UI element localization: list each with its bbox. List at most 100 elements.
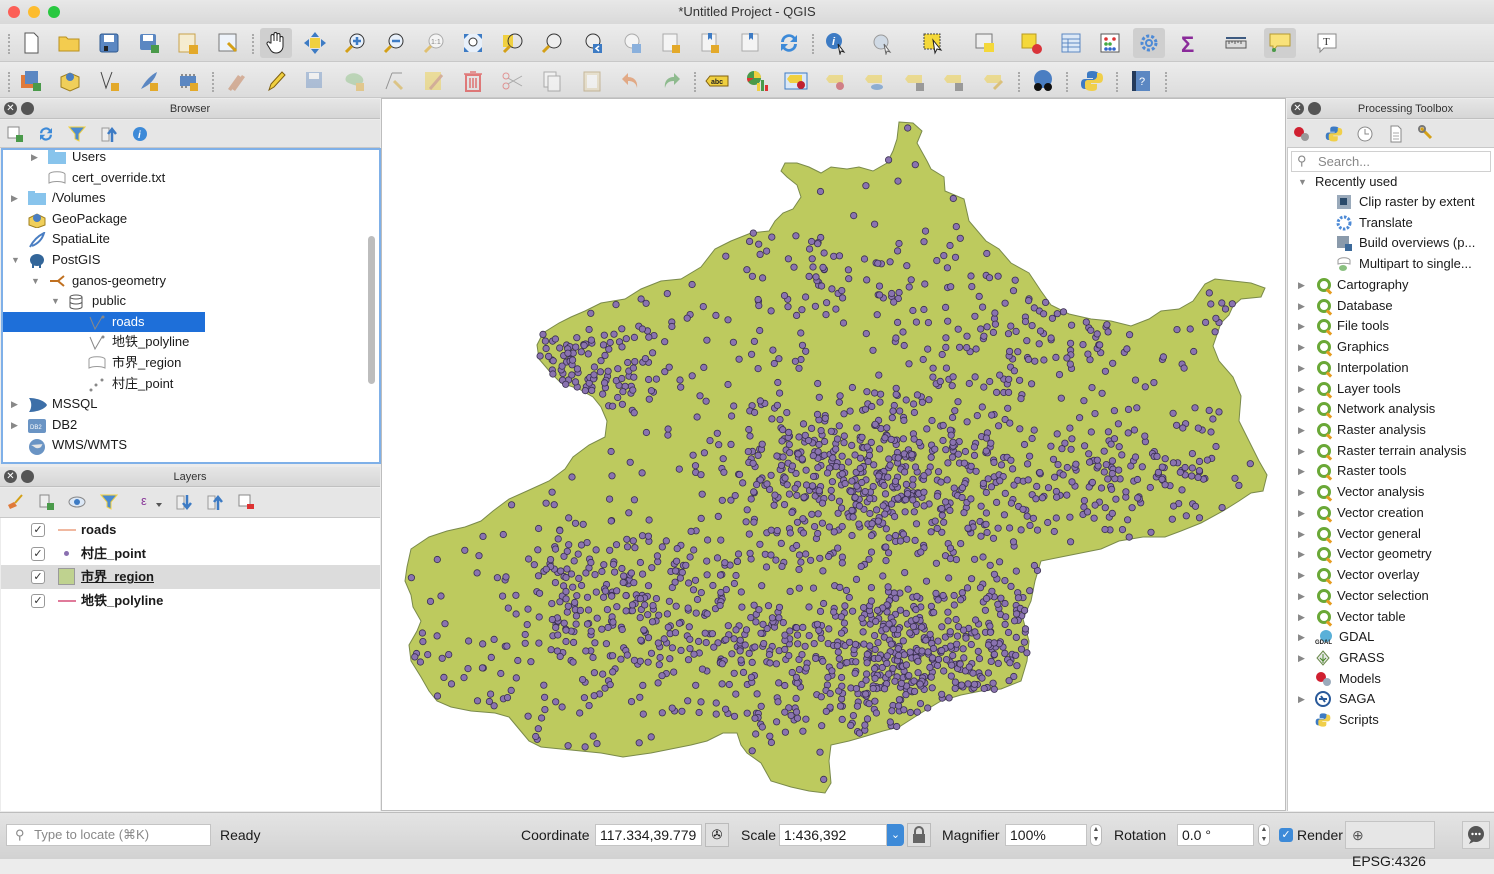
zoom-native-button[interactable]: 1:1 — [418, 28, 450, 58]
chevron-right-icon[interactable]: ▶ — [1298, 358, 1310, 378]
algorithm-group[interactable]: ▶ Layer tools — [1288, 379, 1494, 399]
chevron-right-icon[interactable]: ▶ — [1298, 337, 1310, 357]
village-point[interactable] — [696, 392, 704, 400]
village-point[interactable] — [564, 349, 572, 357]
village-point[interactable] — [619, 578, 627, 587]
village-point[interactable] — [1044, 518, 1052, 527]
village-point[interactable] — [960, 509, 968, 517]
village-point[interactable] — [901, 508, 909, 516]
village-point[interactable] — [1107, 485, 1116, 493]
village-point[interactable] — [886, 718, 894, 726]
village-point[interactable] — [800, 493, 808, 501]
village-point[interactable] — [912, 605, 920, 614]
village-point[interactable] — [549, 357, 557, 365]
village-point[interactable] — [765, 650, 773, 659]
village-point[interactable] — [739, 668, 748, 677]
delete-selected-button[interactable] — [457, 66, 489, 96]
village-point[interactable] — [1235, 481, 1243, 489]
village-point[interactable] — [900, 341, 908, 350]
village-point[interactable] — [692, 681, 700, 689]
village-point[interactable] — [1024, 297, 1033, 305]
village-point[interactable] — [599, 390, 607, 398]
village-point[interactable] — [866, 509, 874, 518]
village-point[interactable] — [582, 569, 590, 577]
village-point[interactable] — [716, 601, 724, 610]
village-point[interactable] — [512, 674, 520, 682]
village-point[interactable] — [982, 520, 990, 528]
village-point[interactable] — [858, 614, 866, 622]
village-point[interactable] — [875, 445, 884, 453]
village-point[interactable] — [792, 673, 800, 681]
village-point[interactable] — [755, 240, 763, 248]
village-point[interactable] — [732, 690, 740, 698]
village-point[interactable] — [992, 498, 1001, 506]
village-point[interactable] — [580, 694, 588, 702]
village-point[interactable] — [618, 343, 626, 351]
village-point[interactable] — [1087, 326, 1095, 334]
village-point[interactable] — [852, 658, 860, 666]
village-point[interactable] — [1038, 494, 1047, 502]
village-point[interactable] — [948, 413, 957, 422]
village-point[interactable] — [979, 553, 987, 561]
village-point[interactable] — [909, 475, 917, 483]
village-point[interactable] — [849, 513, 857, 521]
village-point[interactable] — [947, 642, 955, 650]
village-point[interactable] — [778, 562, 786, 570]
village-point[interactable] — [512, 591, 520, 599]
village-point[interactable] — [945, 574, 953, 582]
village-point[interactable] — [534, 572, 543, 580]
village-point[interactable] — [978, 674, 986, 682]
village-point[interactable] — [752, 730, 760, 738]
village-point[interactable] — [893, 247, 902, 255]
algorithm-group[interactable]: ▶ Vector analysis — [1288, 482, 1494, 502]
village-point[interactable] — [730, 635, 738, 643]
village-point[interactable] — [921, 227, 930, 235]
village-point[interactable] — [644, 611, 652, 619]
village-point[interactable] — [521, 630, 529, 639]
village-point[interactable] — [1212, 442, 1220, 451]
village-point[interactable] — [668, 322, 676, 331]
village-point[interactable] — [828, 493, 836, 502]
village-point[interactable] — [963, 344, 971, 352]
village-point[interactable] — [1005, 347, 1014, 355]
village-point[interactable] — [1231, 474, 1239, 482]
village-point[interactable] — [851, 640, 860, 649]
browser-item[interactable]: ▼ public — [3, 291, 363, 311]
village-point[interactable] — [902, 496, 910, 504]
remove-layer-button[interactable] — [236, 492, 256, 512]
zoom-to-selection-button[interactable] — [497, 28, 529, 58]
village-point[interactable] — [752, 618, 760, 626]
village-point[interactable] — [916, 680, 924, 688]
village-point[interactable] — [820, 437, 829, 446]
village-point[interactable] — [641, 601, 649, 609]
village-point[interactable] — [881, 510, 889, 518]
village-point[interactable] — [807, 424, 816, 432]
village-point[interactable] — [1009, 538, 1018, 546]
village-point[interactable] — [836, 583, 844, 591]
village-point[interactable] — [852, 684, 860, 693]
village-point[interactable] — [913, 708, 921, 716]
village-point[interactable] — [718, 680, 726, 688]
village-point[interactable] — [989, 328, 998, 336]
village-point[interactable] — [997, 461, 1006, 469]
village-point[interactable] — [977, 325, 985, 333]
village-point[interactable] — [750, 488, 758, 496]
village-point[interactable] — [1176, 468, 1184, 476]
village-point[interactable] — [703, 610, 711, 618]
village-point[interactable] — [894, 454, 902, 462]
village-point[interactable] — [727, 496, 735, 504]
village-point[interactable] — [1087, 428, 1095, 436]
village-point[interactable] — [687, 527, 695, 535]
village-point[interactable] — [942, 334, 950, 342]
village-point[interactable] — [609, 652, 617, 660]
village-point[interactable] — [802, 664, 810, 672]
village-point[interactable] — [964, 524, 972, 532]
village-point[interactable] — [583, 620, 592, 628]
village-point[interactable] — [827, 486, 835, 494]
village-point[interactable] — [938, 623, 946, 631]
village-point[interactable] — [703, 571, 711, 579]
processing-toolbox-button[interactable] — [1133, 28, 1165, 58]
village-point[interactable] — [730, 579, 738, 588]
village-point[interactable] — [733, 557, 742, 565]
village-point[interactable] — [600, 331, 608, 339]
